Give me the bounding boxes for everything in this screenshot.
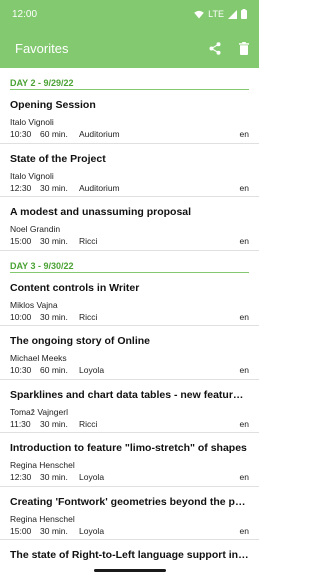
session-item[interactable]: A modest and unassuming proposal Noel Gr… (0, 197, 259, 251)
session-title: A modest and unassuming proposal (10, 206, 192, 218)
session-title: The state of Right-to-Left language supp… (10, 549, 249, 561)
session-language: en (239, 472, 249, 482)
session-language: en (239, 129, 249, 139)
session-time: 10:00 (10, 311, 32, 322)
session-room: Ricci (79, 418, 98, 429)
app-actions (209, 41, 249, 55)
navigation-bar (0, 564, 259, 576)
session-time: 15:00 (10, 236, 32, 246)
session-item[interactable]: State of the Project Italo Vignoli 12:30… (0, 144, 259, 197)
share-icon[interactable] (209, 41, 221, 55)
session-meta: 10:00 30 min. Ricci en (10, 312, 249, 323)
session-duration: 30 min. (40, 311, 68, 322)
day-header: DAY 2 - 9/29/22 (10, 68, 249, 90)
session-language: en (239, 418, 249, 429)
session-duration: 30 min. (40, 418, 68, 429)
session-language: en (239, 525, 249, 536)
session-time: 12:30 (10, 182, 32, 193)
status-icons: LTE (194, 9, 247, 19)
session-language: en (239, 311, 249, 322)
session-title: The ongoing story of Online (10, 335, 150, 347)
session-title: Creating 'Fontwork' geometries beyond th… (10, 495, 249, 508)
session-duration: 60 min. (40, 129, 68, 139)
battery-icon (241, 9, 247, 19)
session-speaker: Michael Meeks (10, 353, 67, 363)
session-duration: 30 min. (40, 236, 68, 246)
session-language: en (239, 182, 249, 193)
session-meta: 10:30 60 min. Auditorium en (10, 129, 249, 140)
session-room: Ricci (79, 236, 98, 246)
session-item[interactable]: The state of Right-to-Left language supp… (0, 540, 259, 564)
session-meta: 11:30 30 min. Ricci en (10, 419, 249, 430)
session-title: Opening Session (10, 99, 96, 111)
session-item[interactable]: Introduction to feature "limo-stretch" o… (0, 433, 259, 487)
session-room: Auditorium (79, 129, 120, 139)
session-title: State of the Project (10, 152, 106, 165)
session-title: Content controls in Writer (10, 281, 140, 294)
day-header: DAY 3 - 9/30/22 (10, 251, 249, 273)
session-speaker: Noel Grandin (10, 224, 61, 234)
session-meta: 12:30 30 min. Loyola en (10, 472, 249, 483)
session-duration: 30 min. (40, 472, 68, 482)
session-meta: 10:30 60 min. Loyola en (10, 365, 249, 376)
session-speaker: Italo Vignoli (10, 117, 54, 127)
session-item[interactable]: Content controls in Writer Miklos Vajna … (0, 273, 259, 326)
favorites-list[interactable]: DAY 2 - 9/29/22 Opening Session Italo Vi… (0, 68, 259, 564)
session-room: Ricci (79, 311, 98, 322)
session-room: Loyola (79, 365, 105, 375)
session-room: Loyola (79, 472, 105, 482)
session-item[interactable]: Creating 'Fontwork' geometries beyond th… (0, 487, 259, 540)
signal-icon (228, 9, 237, 19)
session-time: 10:30 (10, 129, 32, 139)
session-speaker: Italo Vignoli (10, 170, 54, 181)
session-time: 15:00 (10, 525, 32, 536)
session-meta: 15:00 30 min. Ricci en (10, 236, 249, 247)
status-bar: 12:00 LTE (0, 0, 259, 28)
session-title: Sparklines and chart data tables - new f… (10, 388, 249, 401)
home-indicator[interactable] (93, 568, 166, 572)
session-duration: 60 min. (40, 365, 68, 375)
session-time: 12:30 (10, 472, 32, 482)
network-type: LTE (208, 9, 224, 19)
status-time: 12:00 (12, 8, 38, 20)
session-meta: 12:30 30 min. Auditorium en (10, 183, 249, 194)
page-title: Favorites (15, 40, 69, 56)
session-item[interactable]: Sparklines and chart data tables - new f… (0, 380, 259, 433)
session-title: Introduction to feature "limo-stretch" o… (10, 442, 247, 454)
session-item[interactable]: Opening Session Italo Vignoli 10:30 60 m… (0, 90, 259, 144)
session-duration: 30 min. (40, 182, 68, 193)
session-language: en (239, 236, 249, 246)
session-time: 11:30 (10, 418, 31, 429)
session-speaker: Miklos Vajna (10, 299, 58, 310)
session-room: Auditorium (79, 182, 120, 193)
session-meta: 15:00 30 min. Loyola en (10, 526, 249, 537)
session-time: 10:30 (10, 365, 32, 375)
session-item[interactable]: The ongoing story of Online Michael Meek… (0, 326, 259, 380)
session-room: Loyola (79, 525, 105, 536)
wifi-icon (194, 10, 204, 19)
session-speaker: Regina Henschel (10, 513, 75, 524)
session-duration: 30 min. (40, 525, 68, 536)
session-language: en (239, 365, 249, 375)
app-bar: Favorites (0, 28, 259, 68)
session-speaker: Regina Henschel (10, 460, 75, 470)
delete-icon[interactable] (239, 41, 249, 55)
session-speaker: Tomaž Vajngerl (10, 406, 68, 417)
